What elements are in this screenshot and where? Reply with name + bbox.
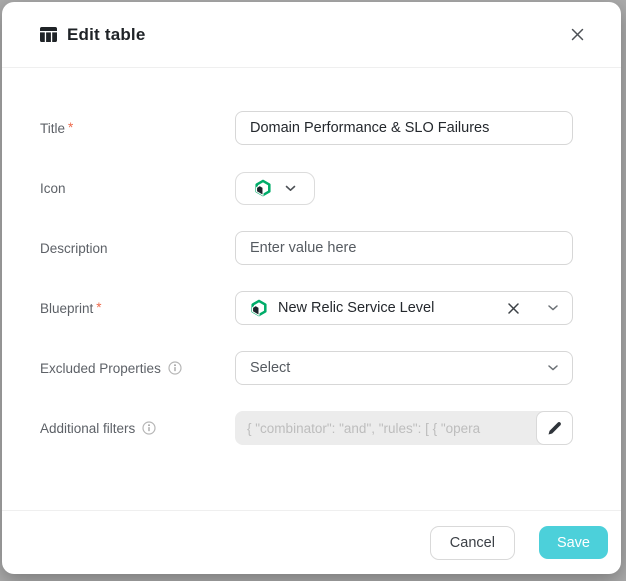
select-placeholder: Select	[250, 360, 290, 376]
edit-table-modal: Edit table Title* Icon	[2, 2, 621, 574]
edit-filters-button[interactable]	[536, 411, 573, 445]
chevron-down-icon	[548, 305, 558, 311]
modal-body: Title* Icon	[2, 68, 621, 510]
title-input[interactable]	[235, 111, 573, 145]
cancel-button[interactable]: Cancel	[430, 526, 515, 560]
icon-label: Icon	[40, 181, 235, 196]
modal-title: Edit table	[67, 25, 146, 45]
close-button[interactable]	[563, 21, 591, 49]
excluded-properties-select[interactable]: Select	[235, 351, 573, 385]
clear-icon[interactable]	[505, 300, 522, 317]
description-input[interactable]	[235, 231, 573, 265]
blueprint-label: Blueprint*	[40, 301, 235, 316]
required-asterisk: *	[96, 300, 101, 315]
table-icon	[40, 27, 57, 42]
blueprint-select[interactable]: New Relic Service Level	[235, 291, 573, 325]
additional-filters-value: { "combinator": "and", "rules": [ { "ope…	[247, 421, 529, 436]
title-row: Title*	[40, 111, 573, 145]
new-relic-logo-icon	[254, 179, 272, 197]
modal-header: Edit table	[2, 2, 621, 68]
additional-filters-label: Additional filters	[40, 421, 235, 436]
excluded-properties-label: Excluded Properties	[40, 361, 235, 376]
icon-row: Icon	[40, 171, 573, 205]
chevron-down-icon	[548, 365, 558, 371]
chevron-down-icon	[285, 185, 296, 192]
close-icon	[570, 27, 585, 42]
blueprint-value: New Relic Service Level	[278, 300, 434, 316]
additional-filters-field: { "combinator": "and", "rules": [ { "ope…	[235, 411, 573, 445]
description-label: Description	[40, 241, 235, 256]
excluded-properties-row: Excluded Properties Select	[40, 351, 573, 385]
save-button[interactable]: Save	[539, 526, 608, 559]
info-icon[interactable]	[142, 421, 156, 435]
title-label: Title*	[40, 121, 235, 136]
blueprint-row: Blueprint* New Relic Service Level	[40, 291, 573, 325]
additional-filters-row: Additional filters { "combinator": "and"…	[40, 411, 573, 445]
new-relic-logo-icon	[250, 299, 268, 317]
description-row: Description	[40, 231, 573, 265]
pencil-icon	[547, 421, 562, 436]
modal-footer: Cancel Save	[2, 510, 621, 574]
icon-dropdown[interactable]	[235, 172, 315, 205]
info-icon[interactable]	[168, 361, 182, 375]
required-asterisk: *	[68, 120, 73, 135]
